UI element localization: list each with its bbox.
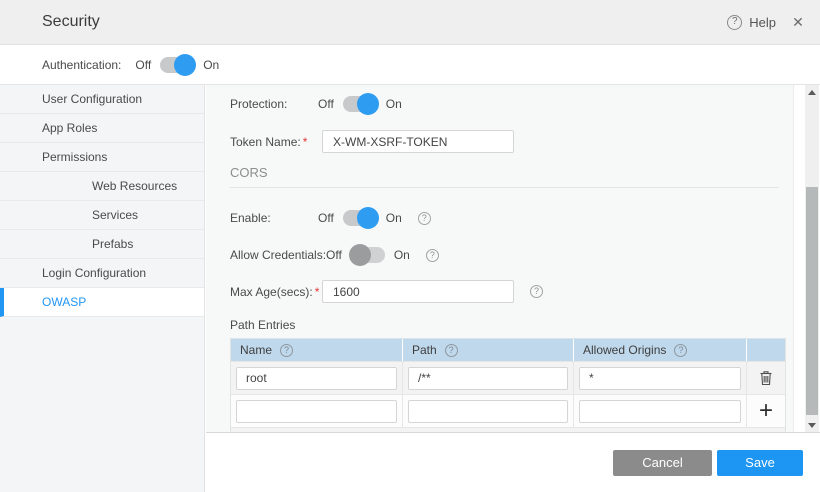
column-header-path: Path	[403, 339, 574, 361]
authentication-toggle[interactable]	[160, 57, 194, 73]
sidebar-item-prefabs[interactable]: Prefabs	[0, 230, 204, 259]
protection-off-label: Off	[318, 97, 334, 111]
scroll-down-button[interactable]	[805, 418, 819, 432]
protection-toggle[interactable]	[343, 96, 377, 112]
titlebar: Security Help	[0, 0, 820, 45]
table-row	[231, 361, 785, 394]
allow-credentials-row: Allow Credentials: Off On	[230, 245, 793, 265]
security-dialog: Security Help Authentication: Off On Use…	[0, 0, 820, 492]
table-row	[231, 394, 785, 427]
max-age-input[interactable]	[322, 280, 514, 303]
vertical-scrollbar[interactable]	[805, 85, 819, 432]
required-mark: *	[303, 135, 308, 149]
enable-off-label: Off	[318, 211, 334, 225]
sidebar-item-app-roles[interactable]: App Roles	[0, 114, 204, 143]
arrow-down-icon	[808, 423, 816, 428]
sidebar-item-web-resources[interactable]: Web Resources	[0, 172, 204, 201]
sidebar-item-login-configuration[interactable]: Login Configuration	[0, 259, 204, 288]
owasp-panel: Protection: Off On Token Name:* CORS Ena…	[206, 85, 794, 432]
column-header-actions	[747, 339, 785, 361]
required-mark: *	[315, 285, 320, 299]
row2-path-input[interactable]	[408, 400, 568, 423]
sidebar-item-owasp[interactable]: OWASP	[0, 288, 204, 317]
allow-credentials-off-label: Off	[326, 248, 342, 262]
allowed-origins-column-help-icon[interactable]	[674, 344, 687, 357]
allow-credentials-toggle[interactable]	[351, 247, 385, 263]
enable-row: Enable: Off On	[230, 208, 793, 228]
max-age-help-icon[interactable]	[530, 285, 543, 298]
help-icon	[727, 15, 742, 30]
delete-row-button[interactable]	[747, 362, 785, 394]
path-column-help-icon[interactable]	[445, 344, 458, 357]
protection-row: Protection: Off On	[230, 94, 793, 114]
column-header-name: Name	[231, 339, 403, 361]
toggle-knob	[357, 93, 379, 115]
column-header-allowed-origins: Allowed Origins	[574, 339, 747, 361]
help-label: Help	[749, 15, 776, 30]
arrow-up-icon	[808, 90, 816, 95]
trash-icon	[759, 370, 773, 386]
sidebar-item-user-configuration[interactable]: User Configuration	[0, 85, 204, 114]
toggle-knob	[357, 207, 379, 229]
name-column-help-icon[interactable]	[280, 344, 293, 357]
page-title: Security	[42, 13, 100, 31]
sidebar-item-permissions[interactable]: Permissions	[0, 143, 204, 172]
scrollbar-thumb[interactable]	[806, 187, 818, 415]
table-header-row: Name Path Allowed Origins	[231, 339, 785, 361]
authentication-on-label: On	[203, 58, 219, 72]
footer: Cancel Save	[206, 433, 820, 492]
authentication-bar: Authentication: Off On	[0, 45, 820, 85]
authentication-label: Authentication:	[42, 58, 121, 72]
row1-allowed-origins-input[interactable]	[579, 367, 741, 390]
help-button[interactable]: Help	[727, 0, 776, 44]
authentication-off-label: Off	[135, 58, 151, 72]
row2-allowed-origins-input[interactable]	[579, 400, 741, 423]
token-name-row: Token Name:*	[230, 130, 793, 153]
enable-on-label: On	[386, 211, 402, 225]
enable-label: Enable:	[230, 211, 318, 225]
cors-section-title: CORS	[230, 165, 793, 180]
row1-path-input[interactable]	[408, 367, 568, 390]
add-row-button[interactable]	[747, 395, 785, 427]
save-button[interactable]: Save	[717, 450, 803, 476]
enable-help-icon[interactable]	[418, 212, 431, 225]
path-entries-table: Name Path Allowed Origins	[230, 338, 786, 432]
allow-credentials-on-label: On	[394, 248, 410, 262]
token-name-label: Token Name:*	[230, 135, 322, 149]
max-age-label: Max Age(secs):*	[230, 285, 322, 299]
path-entries-title: Path Entries	[230, 318, 793, 332]
close-icon[interactable]	[787, 0, 809, 44]
max-age-row: Max Age(secs):*	[230, 280, 793, 303]
scroll-up-button[interactable]	[805, 85, 819, 99]
sidebar: User Configuration App Roles Permissions…	[0, 85, 205, 492]
row1-name-input[interactable]	[236, 367, 397, 390]
toggle-knob	[174, 54, 196, 76]
cancel-button[interactable]: Cancel	[613, 450, 712, 476]
enable-toggle[interactable]	[343, 210, 377, 226]
allow-credentials-label: Allow Credentials:	[230, 248, 326, 262]
token-name-input[interactable]	[322, 130, 514, 153]
plus-icon	[759, 399, 773, 423]
toggle-knob	[349, 244, 371, 266]
cors-divider	[230, 187, 779, 188]
allow-credentials-help-icon[interactable]	[426, 249, 439, 262]
row2-name-input[interactable]	[236, 400, 397, 423]
protection-on-label: On	[386, 97, 402, 111]
sidebar-item-services[interactable]: Services	[0, 201, 204, 230]
protection-label: Protection:	[230, 97, 318, 111]
